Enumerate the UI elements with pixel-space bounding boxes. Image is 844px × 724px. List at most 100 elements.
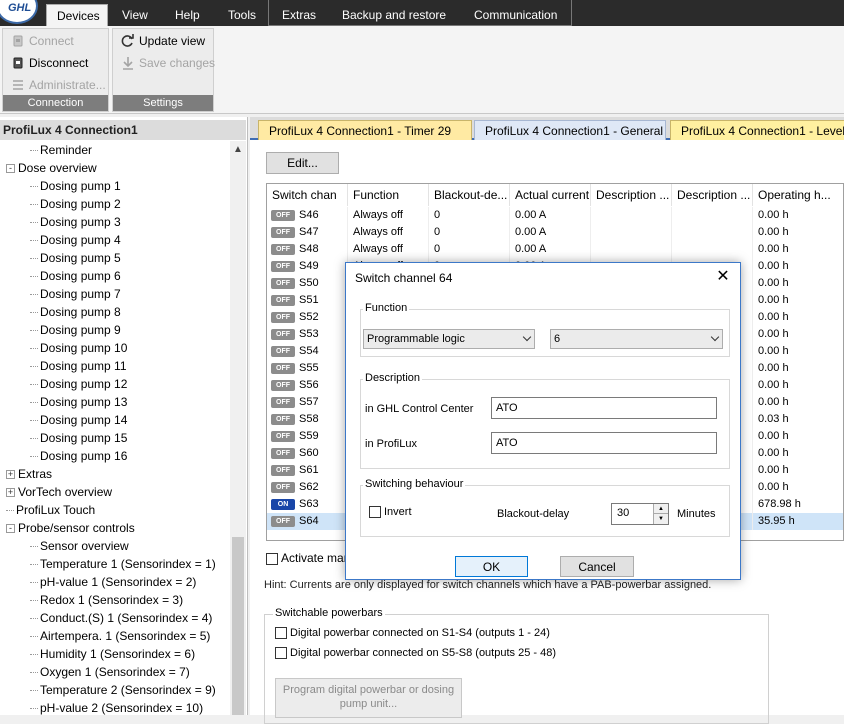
activate-manual-checkbox[interactable]: Activate manu — [266, 551, 357, 565]
tree-item[interactable]: Redox 1 (Sensorindex = 3) — [30, 591, 183, 609]
function-parameter-select[interactable]: 6 — [550, 329, 723, 349]
powerbar-s1-s4-checkbox[interactable]: Digital powerbar connected on S1-S4 (out… — [275, 627, 550, 640]
save-changes-button[interactable]: Save changes — [119, 53, 215, 73]
cancel-button[interactable]: Cancel — [560, 556, 634, 577]
toggle-icon[interactable]: OFF — [271, 227, 295, 238]
scrollbar-thumb[interactable] — [232, 537, 244, 715]
tree-item[interactable]: Dosing pump 5 — [30, 249, 121, 267]
connect-button[interactable]: Connect — [9, 31, 74, 51]
tab-devices[interactable]: Devices — [46, 4, 108, 26]
blackout-delay-spinner[interactable]: 30 ▲ ▼ — [611, 503, 669, 525]
toggle-icon[interactable]: OFF — [271, 380, 295, 391]
update-view-button[interactable]: Update view — [119, 31, 205, 51]
tree-item[interactable]: Dosing pump 3 — [30, 213, 121, 231]
table-row[interactable]: OFF S48 Always off 0 0.00 A 0.00 h — [267, 241, 843, 258]
tree-item[interactable]: Dosing pump 10 — [30, 339, 127, 357]
tab-communication[interactable]: Communication — [464, 4, 567, 26]
scroll-up-icon[interactable]: ▲ — [233, 144, 243, 155]
tree-item[interactable]: + VorTech overview — [6, 483, 112, 501]
tree-item[interactable]: pH-value 1 (Sensorindex = 2) — [30, 573, 196, 591]
tree-item[interactable]: Dosing pump 4 — [30, 231, 121, 249]
function-select[interactable]: Programmable logic — [363, 329, 535, 349]
powerbar-s5-s8-checkbox[interactable]: Digital powerbar connected on S5-S8 (out… — [275, 647, 556, 660]
toggle-icon[interactable]: OFF — [271, 346, 295, 357]
tree-item[interactable]: Dosing pump 7 — [30, 285, 121, 303]
column-header[interactable]: Actual current — [510, 184, 591, 206]
doc-tab-timer-29[interactable]: ProfiLux 4 Connection1 - Timer 29 — [258, 120, 472, 140]
spin-up-icon[interactable]: ▲ — [653, 504, 668, 514]
tree-item[interactable]: Dosing pump 12 — [30, 375, 127, 393]
tree-item[interactable]: Humidity 1 (Sensorindex = 6) — [30, 645, 195, 663]
toggle-icon[interactable]: OFF — [271, 397, 295, 408]
invert-checkbox[interactable]: Invert — [369, 506, 412, 519]
collapse-icon[interactable]: - — [6, 524, 15, 534]
toggle-icon[interactable]: OFF — [271, 312, 295, 323]
ghl-description-input[interactable]: ATO — [491, 397, 717, 419]
tab-help[interactable]: Help — [165, 4, 210, 26]
program-powerbar-button[interactable]: Program digital powerbar or dosing pump … — [275, 678, 462, 718]
tree-item[interactable]: + Extras — [6, 465, 52, 483]
tree-item[interactable]: Temperature 1 (Sensorindex = 1) — [30, 555, 216, 573]
column-header[interactable]: Description ... — [591, 184, 672, 206]
toggle-icon[interactable]: OFF — [271, 448, 295, 459]
toggle-icon[interactable]: OFF — [271, 295, 295, 306]
tree-item[interactable]: Dosing pump 15 — [30, 429, 127, 447]
tree-item[interactable]: Dosing pump 16 — [30, 447, 127, 465]
toggle-icon[interactable]: OFF — [271, 244, 295, 255]
column-header[interactable]: Switch chan — [267, 184, 348, 206]
tree-item[interactable]: Dosing pump 8 — [30, 303, 121, 321]
toggle-icon[interactable]: OFF — [271, 516, 295, 527]
doc-tab-general[interactable]: ProfiLux 4 Connection1 - General — [474, 120, 666, 140]
tree-item[interactable]: Dosing pump 11 — [30, 357, 127, 375]
tree-item[interactable]: Dosing pump 9 — [30, 321, 121, 339]
tree-item[interactable]: Oxygen 1 (Sensorindex = 7) — [30, 663, 190, 681]
toggle-icon[interactable]: OFF — [271, 482, 295, 493]
disconnect-button[interactable]: Disconnect — [9, 53, 88, 73]
ok-button[interactable]: OK — [455, 556, 528, 577]
toggle-icon[interactable]: OFF — [271, 278, 295, 289]
checkbox-box[interactable] — [275, 647, 287, 660]
tree-item[interactable]: Sensor overview — [30, 537, 129, 555]
expand-icon[interactable]: + — [6, 488, 15, 498]
expand-icon[interactable]: + — [6, 470, 15, 480]
tree-item[interactable]: Conduct.(S) 1 (Sensorindex = 4) — [30, 609, 212, 627]
tab-view[interactable]: View — [112, 4, 158, 26]
tab-tools[interactable]: Tools — [218, 4, 266, 26]
tree-item[interactable]: Airtempera. 1 (Sensorindex = 5) — [30, 627, 210, 645]
table-row[interactable]: OFF S47 Always off 0 0.00 A 0.00 h — [267, 224, 843, 241]
column-header[interactable]: Function — [348, 184, 429, 206]
toggle-icon[interactable]: ON — [271, 499, 295, 510]
tree-item[interactable]: - Probe/sensor controls — [6, 519, 135, 537]
toggle-icon[interactable]: OFF — [271, 414, 295, 425]
tree-item[interactable]: Dosing pump 14 — [30, 411, 127, 429]
tab-extras[interactable]: Extras — [272, 4, 326, 26]
column-header[interactable]: Description ... — [672, 184, 753, 206]
checkbox-box[interactable] — [266, 552, 278, 565]
tree-item[interactable]: pH-value 2 (Sensorindex = 10) — [30, 699, 203, 715]
table-row[interactable]: OFF S46 Always off 0 0.00 A 0.00 h — [267, 207, 843, 224]
edit-button[interactable]: Edit... — [266, 152, 339, 174]
tree-scrollbar[interactable]: ▲ — [230, 141, 246, 715]
tree-item[interactable]: Reminder — [30, 141, 92, 159]
checkbox-box[interactable] — [369, 506, 381, 519]
tree-item[interactable]: Dosing pump 2 — [30, 195, 121, 213]
toggle-icon[interactable]: OFF — [271, 363, 295, 374]
column-header[interactable]: Blackout-de... — [429, 184, 510, 206]
tree-header[interactable]: ProfiLux 4 Connection1 — [0, 120, 246, 140]
doc-tab-level[interactable]: ProfiLux 4 Connection1 - Level — [670, 120, 844, 140]
administrate-button[interactable]: Administrate... — [9, 75, 106, 95]
collapse-icon[interactable]: - — [6, 164, 15, 174]
tree-item[interactable]: ProfiLux Touch — [6, 501, 95, 519]
toggle-icon[interactable]: OFF — [271, 210, 295, 221]
checkbox-box[interactable] — [275, 627, 287, 640]
toggle-icon[interactable]: OFF — [271, 329, 295, 340]
ghl-logo-icon[interactable]: GHL — [0, 0, 38, 24]
toggle-icon[interactable]: OFF — [271, 261, 295, 272]
spin-down-icon[interactable]: ▼ — [653, 514, 668, 524]
close-icon[interactable]: ✕ — [714, 268, 732, 286]
column-header[interactable]: Operating h... — [753, 184, 843, 206]
tree-item[interactable]: - Dose overview — [6, 159, 97, 177]
tree-item[interactable]: Dosing pump 6 — [30, 267, 121, 285]
tree-item[interactable]: Temperature 2 (Sensorindex = 9) — [30, 681, 216, 699]
tree-item[interactable]: Dosing pump 13 — [30, 393, 127, 411]
